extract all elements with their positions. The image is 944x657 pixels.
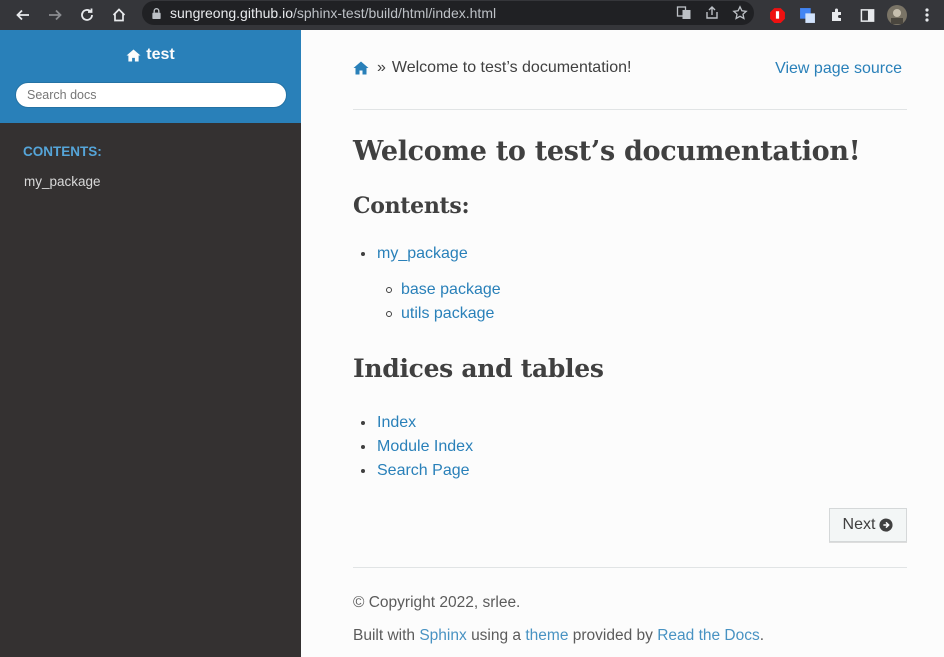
divider xyxy=(353,109,907,110)
sidebar-item-my-package[interactable]: my_package xyxy=(24,174,101,189)
built-with: Built with Sphinx using a theme provided… xyxy=(353,627,765,644)
list-item: Module Index xyxy=(361,435,473,459)
project-name: test xyxy=(146,46,175,63)
reload-icon xyxy=(81,8,93,21)
extensions-puzzle-icon[interactable] xyxy=(822,3,852,27)
sidebar-header: test xyxy=(0,30,301,123)
star-icon[interactable] xyxy=(732,5,748,21)
breadcrumb-separator: » xyxy=(377,59,386,76)
side-panel-icon[interactable] xyxy=(852,3,882,27)
next-label: Next xyxy=(842,516,876,533)
home-icon[interactable] xyxy=(353,61,369,75)
list-item: utils package xyxy=(386,302,501,326)
arrow-left-icon xyxy=(16,9,29,21)
browser-menu-icon[interactable] xyxy=(912,3,942,27)
contents-sublist: base package utils package xyxy=(386,278,501,326)
back-button[interactable] xyxy=(8,0,38,30)
sphinx-link[interactable]: Sphinx xyxy=(419,627,466,644)
lock-icon[interactable] xyxy=(142,7,170,20)
profile-avatar-icon[interactable] xyxy=(882,3,912,27)
forward-button[interactable] xyxy=(40,0,70,30)
next-button[interactable]: Next xyxy=(829,508,907,542)
toc-link-utils-package[interactable]: utils package xyxy=(401,305,494,322)
arrow-right-icon xyxy=(49,9,62,21)
translate-icon[interactable] xyxy=(676,5,692,21)
home-icon xyxy=(126,48,141,62)
indices-list: Index Module Index Search Page xyxy=(361,411,473,483)
theme-link[interactable]: theme xyxy=(525,627,568,644)
search-page-link[interactable]: Search Page xyxy=(377,462,470,479)
index-link[interactable]: Index xyxy=(377,414,416,431)
adblock-extension-icon[interactable] xyxy=(762,3,792,27)
url-text: sungreong.github.io/sphinx-test/build/ht… xyxy=(170,5,497,21)
share-icon[interactable] xyxy=(704,5,720,21)
arrow-circle-right-icon xyxy=(879,518,894,532)
copyright: © Copyright 2022, srlee. xyxy=(353,594,521,611)
read-the-docs-link[interactable]: Read the Docs xyxy=(657,627,760,644)
reload-button[interactable] xyxy=(72,0,102,30)
list-item: Index xyxy=(361,411,473,435)
project-home-link[interactable]: test xyxy=(0,46,301,64)
contents-heading: Contents: xyxy=(353,193,470,219)
home-button[interactable] xyxy=(104,0,134,30)
breadcrumb-current: Welcome to test’s documentation! xyxy=(391,59,632,76)
list-item: my_package xyxy=(361,242,468,266)
home-icon xyxy=(112,8,126,22)
page-title: Welcome to test’s documentation! xyxy=(353,136,861,167)
contents-list: my_package xyxy=(361,242,468,266)
search-input[interactable] xyxy=(15,82,287,108)
toc-link-base-package[interactable]: base package xyxy=(401,281,501,298)
sidebar-caption: CONTENTS: xyxy=(23,144,102,159)
toc-link-my-package[interactable]: my_package xyxy=(377,245,468,262)
address-bar[interactable]: sungreong.github.io/sphinx-test/build/ht… xyxy=(142,1,754,25)
main-content: » Welcome to test’s documentation! View … xyxy=(301,30,944,657)
google-translate-extension-icon[interactable] xyxy=(792,3,822,27)
view-page-source-link[interactable]: View page source xyxy=(775,60,902,78)
list-item: Search Page xyxy=(361,459,473,483)
footer-divider xyxy=(353,567,907,568)
indices-heading: Indices and tables xyxy=(353,354,604,383)
sidebar: test CONTENTS: my_package xyxy=(0,30,301,657)
browser-toolbar: sungreong.github.io/sphinx-test/build/ht… xyxy=(0,0,944,30)
list-item: base package xyxy=(386,278,501,302)
breadcrumb: » Welcome to test’s documentation! xyxy=(353,59,631,77)
module-index-link[interactable]: Module Index xyxy=(377,438,473,455)
